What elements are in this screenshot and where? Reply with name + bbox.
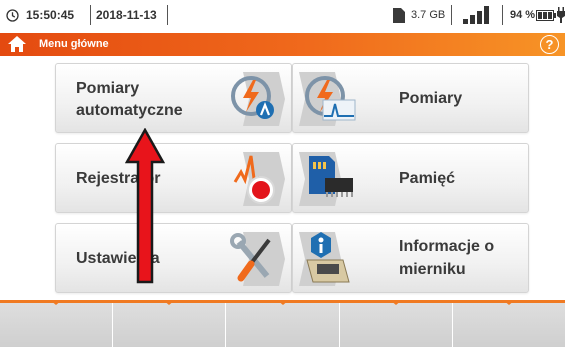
- title-bar: Menu główne ?: [0, 33, 565, 56]
- status-divider: [167, 5, 168, 25]
- clock-icon: [6, 0, 20, 30]
- auto-measurement-icon: [221, 70, 285, 128]
- memory-card-icon: [299, 150, 363, 208]
- status-bar: 15:50:45 2018-11-13 3.7 GB 94 %: [0, 0, 565, 30]
- menu-tile-automatic-measurements[interactable]: Pomiary automatyczne: [55, 63, 292, 133]
- tile-label: Pomiary: [399, 90, 463, 107]
- menu-tile-memory[interactable]: Pamięć: [292, 143, 529, 213]
- home-icon[interactable]: [8, 36, 26, 57]
- status-divider: [451, 5, 452, 25]
- settings-tools-icon: [221, 230, 285, 288]
- help-icon[interactable]: ?: [540, 35, 559, 54]
- status-divider: [502, 5, 503, 25]
- softkey-5[interactable]: [452, 300, 565, 347]
- battery-icon: [536, 0, 556, 30]
- menu-tile-settings[interactable]: Ustawienia: [55, 223, 292, 293]
- annotation-arrow-icon: [125, 128, 165, 284]
- page-title: Menu główne: [39, 38, 109, 50]
- memory-free: 3.7 GB: [411, 9, 446, 21]
- recorder-icon: [221, 150, 285, 208]
- menu-tile-meter-info[interactable]: Informacje o mierniku: [292, 223, 529, 293]
- tile-label: automatyczne: [76, 102, 183, 119]
- status-divider: [90, 5, 91, 25]
- softkey-4[interactable]: [339, 300, 453, 347]
- plug-icon: [557, 0, 565, 30]
- status-time: 15:50:45: [26, 8, 75, 22]
- sd-card-icon: [393, 0, 405, 30]
- meter-info-icon: [299, 230, 363, 288]
- status-date: 2018-11-13: [96, 8, 157, 22]
- signal-strength-icon: [463, 0, 493, 30]
- softkey-3[interactable]: [226, 300, 340, 347]
- tile-label: mierniku: [399, 261, 466, 278]
- tile-label: Informacje o: [399, 238, 495, 255]
- menu-tile-measurements[interactable]: Pomiary: [292, 63, 529, 133]
- softkey-bar: [0, 300, 565, 347]
- tile-label: Pomiary: [76, 80, 140, 97]
- tile-label: Pamięć: [399, 170, 456, 187]
- battery-percent: 94 %: [510, 9, 536, 21]
- measurement-icon: [299, 70, 363, 128]
- menu-tile-recorder[interactable]: Rejestrator: [55, 143, 292, 213]
- softkey-2[interactable]: [113, 300, 227, 347]
- softkey-1[interactable]: [0, 300, 114, 347]
